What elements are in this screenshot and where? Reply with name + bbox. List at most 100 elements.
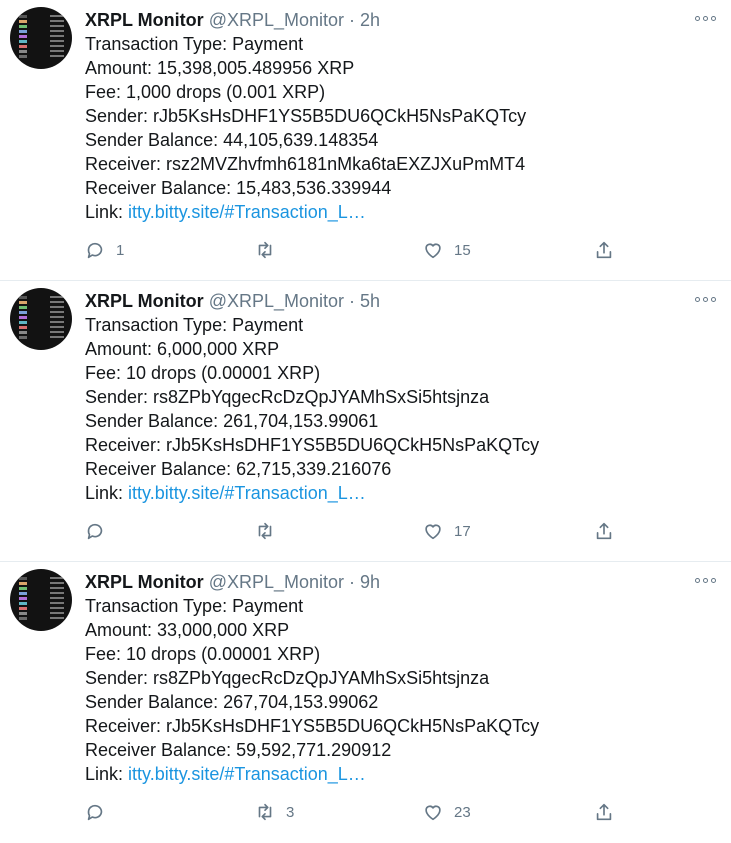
like-button[interactable]: 15 <box>422 236 471 264</box>
avatar-value <box>50 296 64 298</box>
separator: · <box>349 291 356 311</box>
avatar-value <box>50 40 64 42</box>
tweet-line: Receiver Balance: 59,592,771.290912 <box>85 740 392 760</box>
timestamp[interactable]: 5h <box>360 291 380 311</box>
avatar-value <box>50 15 64 17</box>
avatar-value <box>50 331 64 333</box>
tweet-line: Sender: rs8ZPbYqgecRcDzQpJYAMhSxSi5htsjn… <box>85 387 490 407</box>
tweet[interactable]: XRPL Monitor @XRPL_Monitor · 2h Transact… <box>0 0 731 281</box>
share-icon <box>596 522 612 540</box>
tweet-line: Sender Balance: 267,704,153.99062 <box>85 692 379 712</box>
retweet-button[interactable] <box>254 517 286 545</box>
avatar-value <box>50 50 64 52</box>
avatar-value <box>50 612 64 614</box>
retweet-icon <box>258 522 272 540</box>
avatar-value <box>50 597 64 599</box>
tweet-link-line: Link: itty.bitty.site/#Transaction_L… <box>85 481 719 505</box>
display-name[interactable]: XRPL Monitor <box>85 291 204 311</box>
avatar-bar <box>19 296 27 299</box>
tweet-line: Amount: 15,398,005.489956 XRP <box>85 58 355 78</box>
avatar-bar <box>19 612 27 615</box>
avatar-bar <box>19 331 27 334</box>
avatar-value <box>50 577 64 579</box>
tweet-header: XRPL Monitor @XRPL_Monitor · 5h <box>85 289 719 313</box>
avatar-value <box>50 30 64 32</box>
tweet-actions: 3 23 <box>0 798 731 826</box>
user-handle[interactable]: @XRPL_Monitor <box>209 10 344 30</box>
reply-count: 1 <box>116 241 125 259</box>
tweet-line: Transaction Type: Payment <box>85 315 304 335</box>
user-handle[interactable]: @XRPL_Monitor <box>209 572 344 592</box>
avatar[interactable] <box>10 288 72 350</box>
link-label: Link: <box>85 764 129 784</box>
heart-icon <box>425 524 441 540</box>
tweet-line: Fee: 10 drops (0.00001 XRP) <box>85 644 321 664</box>
tweet-line: Sender Balance: 44,105,639.148354 <box>85 130 379 150</box>
share-button[interactable] <box>593 236 615 264</box>
timestamp[interactable]: 9h <box>360 572 380 592</box>
tweet-line: Transaction Type: Payment <box>85 34 304 54</box>
display-name[interactable]: XRPL Monitor <box>85 572 204 592</box>
display-name[interactable]: XRPL Monitor <box>85 10 204 30</box>
avatar-bar <box>19 311 27 314</box>
user-handle[interactable]: @XRPL_Monitor <box>209 291 344 311</box>
tweet-line: Amount: 6,000,000 XRP <box>85 339 280 359</box>
tweet[interactable]: XRPL Monitor @XRPL_Monitor · 5h Transact… <box>0 281 731 562</box>
avatar-bar <box>19 15 27 18</box>
avatar-value <box>50 306 64 308</box>
avatar-value <box>50 45 64 47</box>
timestamp[interactable]: 2h <box>360 10 380 30</box>
avatar[interactable] <box>10 569 72 631</box>
reply-icon <box>87 242 103 259</box>
avatar-bar <box>19 316 27 319</box>
avatar-bar <box>19 55 27 58</box>
share-button[interactable] <box>593 517 615 545</box>
avatar-bar <box>19 45 27 48</box>
reply-icon <box>87 804 103 821</box>
tweet-link-line: Link: itty.bitty.site/#Transaction_L… <box>85 200 719 224</box>
avatar[interactable] <box>10 7 72 69</box>
avatar-value <box>50 55 64 57</box>
retweet-button[interactable]: 3 <box>254 798 294 826</box>
transaction-link[interactable]: itty.bitty.site/#Transaction_L… <box>128 202 366 222</box>
share-button[interactable] <box>593 798 615 826</box>
heart-icon <box>425 243 441 259</box>
transaction-link[interactable]: itty.bitty.site/#Transaction_L… <box>128 483 366 503</box>
avatar-bar <box>19 321 27 324</box>
reply-button[interactable] <box>84 798 116 826</box>
avatar-bar <box>19 597 27 600</box>
link-label: Link: <box>85 202 129 222</box>
tweet-line: Sender: rJb5KsHsDHF1YS5B5DU6QCkH5NsPaKQT… <box>85 106 527 126</box>
reply-button[interactable] <box>84 517 116 545</box>
link-label: Link: <box>85 483 129 503</box>
tweet-link-line: Link: itty.bitty.site/#Transaction_L… <box>85 762 719 786</box>
like-button[interactable]: 23 <box>422 798 471 826</box>
reply-button[interactable]: 1 <box>84 236 124 264</box>
tweet-actions: 1 15 <box>0 236 731 264</box>
transaction-link[interactable]: itty.bitty.site/#Transaction_L… <box>128 764 366 784</box>
avatar-bar <box>19 602 27 605</box>
retweet-count: 3 <box>286 803 295 821</box>
tweet-header: XRPL Monitor @XRPL_Monitor · 9h <box>85 570 719 594</box>
tweet-content: XRPL Monitor @XRPL_Monitor · 5h Transact… <box>85 289 719 505</box>
like-count: 23 <box>454 803 471 821</box>
avatar-bar <box>19 301 27 304</box>
avatar-bar <box>19 336 27 339</box>
tweet-line: Receiver Balance: 15,483,536.339944 <box>85 178 392 198</box>
retweet-icon <box>258 803 272 821</box>
reply-icon <box>87 523 103 540</box>
tweet[interactable]: XRPL Monitor @XRPL_Monitor · 9h Transact… <box>0 562 731 843</box>
like-count: 15 <box>454 241 471 259</box>
tweet-line: Transaction Type: Payment <box>85 596 304 616</box>
retweet-button[interactable] <box>254 236 286 264</box>
avatar-bar <box>19 20 27 23</box>
share-icon <box>596 803 612 821</box>
avatar-bar <box>19 50 27 53</box>
avatar-bar <box>19 617 27 620</box>
avatar-value <box>50 316 64 318</box>
tweet-line: Receiver: rsz2MVZhvfmh6181nMka6taEXZJXuP… <box>85 154 526 174</box>
retweet-icon <box>258 241 272 259</box>
tweet-line: Sender Balance: 261,704,153.99061 <box>85 411 379 431</box>
like-button[interactable]: 17 <box>422 517 471 545</box>
avatar-bar <box>19 306 27 309</box>
